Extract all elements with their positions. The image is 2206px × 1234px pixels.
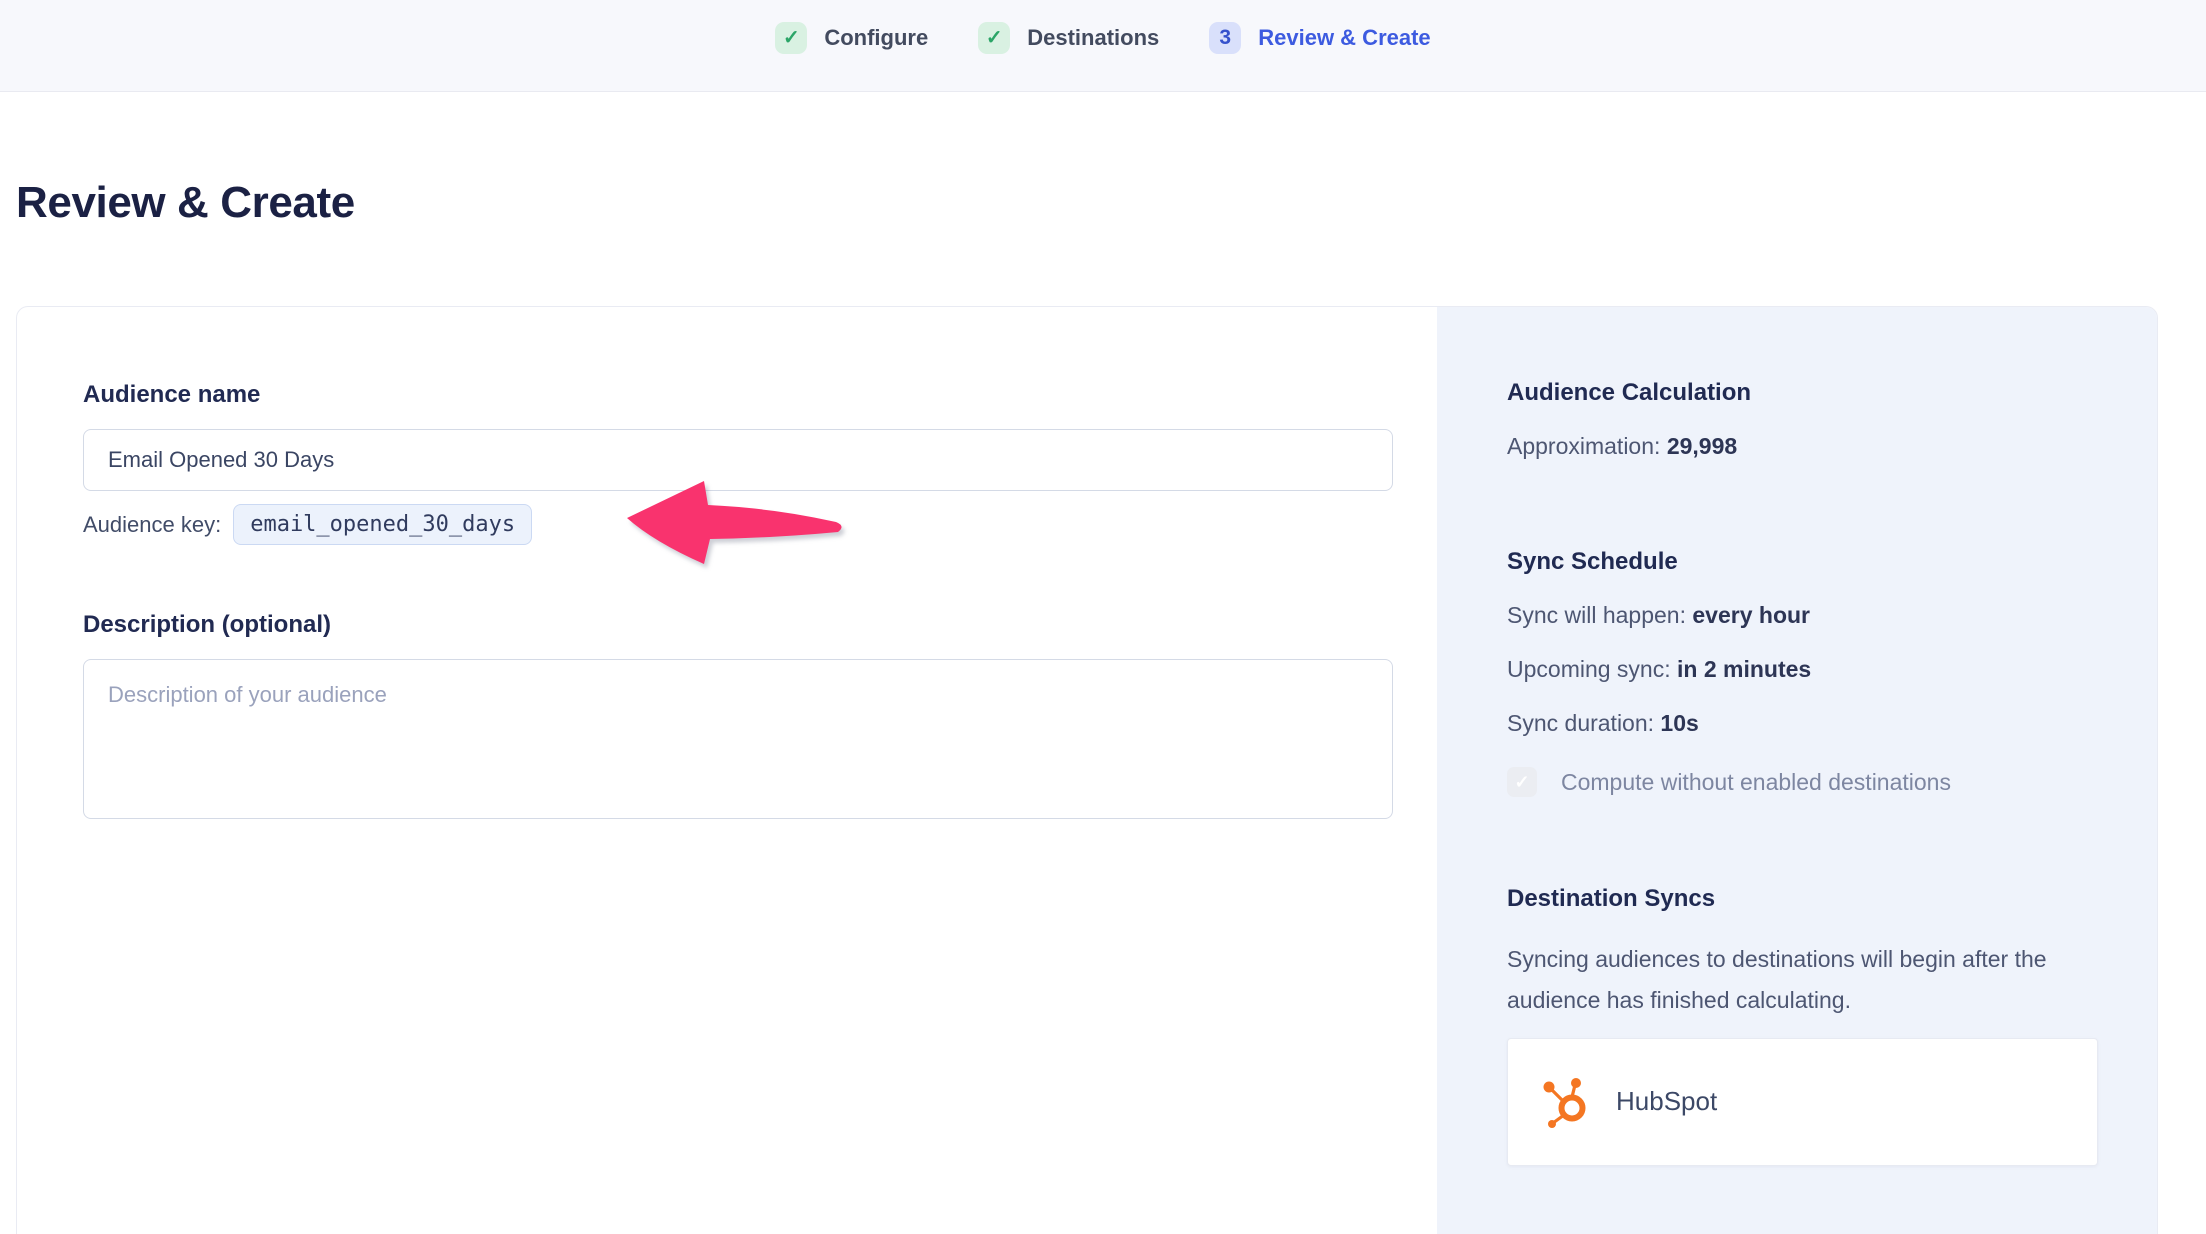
audience-name-label: Audience name	[83, 381, 1393, 409]
step-complete-check-icon: ✓	[775, 22, 807, 54]
audience-form-section: Audience name Audience key: email_opened…	[17, 307, 1437, 1234]
stepper: ✓ Configure ✓ Destinations 3 Review & Cr…	[775, 22, 1430, 54]
step-complete-check-icon: ✓	[978, 22, 1010, 54]
step-number-badge: 3	[1209, 22, 1241, 54]
sync-duration-line: Sync duration: 10s	[1507, 710, 2098, 737]
stepper-step-label: Configure	[824, 25, 928, 51]
sync-duration-value: 10s	[1660, 710, 1698, 736]
destination-card-hubspot[interactable]: HubSpot	[1507, 1038, 2098, 1166]
stepper-step-label: Destinations	[1027, 25, 1159, 51]
audience-key-label: Audience key:	[83, 512, 221, 538]
approximation-label: Approximation:	[1507, 433, 1660, 459]
destination-syncs-title: Destination Syncs	[1507, 885, 2098, 913]
stepper-step-label: Review & Create	[1258, 25, 1430, 51]
sync-duration-label: Sync duration:	[1507, 710, 1654, 736]
destination-syncs-description: Syncing audiences to destinations will b…	[1507, 939, 2087, 1022]
compute-without-destinations-checkbox[interactable]: ✓ Compute without enabled destinations	[1507, 767, 2098, 797]
review-create-card: Audience name Audience key: email_opened…	[16, 306, 2158, 1234]
sync-frequency-label: Sync will happen:	[1507, 602, 1686, 628]
checkbox-label: Compute without enabled destinations	[1561, 769, 1951, 796]
approximation-line: Approximation: 29,998	[1507, 433, 2098, 460]
sync-frequency-line: Sync will happen: every hour	[1507, 602, 2098, 629]
destination-name: HubSpot	[1616, 1086, 1717, 1117]
audience-calculation-title: Audience Calculation	[1507, 379, 2098, 407]
sync-schedule-title: Sync Schedule	[1507, 548, 2098, 576]
stepper-step-review-create[interactable]: 3 Review & Create	[1209, 22, 1430, 54]
hubspot-logo-icon	[1542, 1075, 1594, 1129]
description-textarea[interactable]	[83, 659, 1393, 819]
sync-frequency-value: every hour	[1692, 602, 1810, 628]
upcoming-sync-line: Upcoming sync: in 2 minutes	[1507, 656, 2098, 683]
audience-key-chip[interactable]: email_opened_30_days	[233, 504, 532, 545]
description-label: Description (optional)	[83, 611, 1393, 639]
approximation-value: 29,998	[1667, 433, 1737, 459]
stepper-step-destinations[interactable]: ✓ Destinations	[978, 22, 1159, 54]
summary-panel: Audience Calculation Approximation: 29,9…	[1437, 307, 2158, 1234]
upcoming-sync-value: in 2 minutes	[1677, 656, 1811, 682]
checkbox-check-icon: ✓	[1507, 767, 1537, 797]
stepper-step-configure[interactable]: ✓ Configure	[775, 22, 928, 54]
upcoming-sync-label: Upcoming sync:	[1507, 656, 1671, 682]
audience-key-row: Audience key: email_opened_30_days	[83, 504, 1393, 545]
wizard-stepper-bar: ✓ Configure ✓ Destinations 3 Review & Cr…	[0, 0, 2206, 92]
page-title: Review & Create	[16, 178, 2206, 228]
audience-name-input[interactable]	[83, 429, 1393, 491]
